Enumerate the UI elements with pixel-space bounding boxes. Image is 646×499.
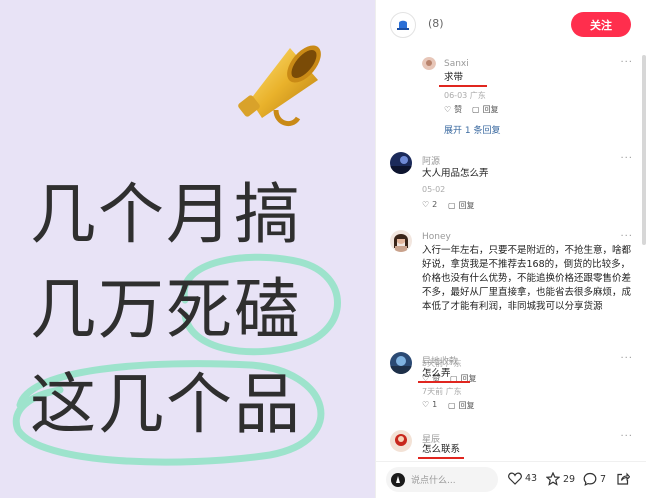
comment-author[interactable]: 异地收款 xyxy=(422,354,458,367)
comment-stat-button[interactable]: 7 xyxy=(583,472,606,486)
comment-meta: 06-03 广东 xyxy=(444,91,486,100)
heart-icon: ♡ xyxy=(422,200,430,209)
share-icon xyxy=(617,472,630,485)
like-count: 43 xyxy=(525,473,538,484)
comment-count: 7 xyxy=(600,473,607,485)
comment-author[interactable]: Sanxi xyxy=(444,59,469,69)
interaction-bar: 说点什么... 43 29 7 xyxy=(376,461,646,499)
red-underline xyxy=(418,457,464,459)
like-count: 赞 xyxy=(454,105,463,114)
star-count: 29 xyxy=(563,473,576,485)
share-button[interactable] xyxy=(616,472,630,486)
follow-button[interactable]: 关注 xyxy=(571,12,631,37)
comment-text: 求带 xyxy=(444,72,464,83)
comment-meta: 05-02 xyxy=(422,185,446,194)
comment-input[interactable]: 说点什么... xyxy=(386,467,498,492)
avatar[interactable] xyxy=(390,352,412,374)
cover-image: 几个月搞 几万死磕 这几个品 xyxy=(0,0,375,498)
comment-icon xyxy=(583,472,597,486)
heart-icon: ♡ xyxy=(444,105,452,114)
avatar[interactable] xyxy=(422,56,436,70)
heart-icon: ♡ xyxy=(422,400,430,409)
red-underline xyxy=(418,381,470,383)
more-icon[interactable]: ··· xyxy=(620,431,633,442)
like-button[interactable]: ♡ 1 xyxy=(422,400,437,409)
comment-author[interactable]: 阿源 xyxy=(422,154,440,167)
more-icon[interactable]: ··· xyxy=(620,353,633,364)
comment-text: 怎么弄 xyxy=(422,368,451,379)
comment-author[interactable]: Honey xyxy=(422,232,451,242)
more-icon[interactable]: ··· xyxy=(620,231,633,242)
more-icon[interactable]: ··· xyxy=(620,153,633,164)
reply-label: 回复 xyxy=(482,105,499,114)
scrollbar[interactable] xyxy=(642,55,646,245)
collect-stat-button[interactable]: 29 xyxy=(546,472,575,486)
reply-label: 回复 xyxy=(458,401,475,410)
avatar[interactable] xyxy=(390,430,412,452)
comment-input-placeholder: 说点什么... xyxy=(411,476,456,486)
cover-title-line-1: 几个月搞 xyxy=(30,176,302,253)
comment-list[interactable]: Sanxi ··· 求带 06-03 广东 ♡ 赞 ▢ 回复 展开 1 条回复 阿源… xyxy=(376,50,646,461)
hat-icon xyxy=(397,20,409,30)
comment-text: 大人用品怎么弄 xyxy=(422,168,489,179)
author-avatar[interactable] xyxy=(390,12,416,38)
expand-replies-link[interactable]: 展开 1 条回复 xyxy=(444,123,500,136)
cover-title-line-2: 几万死磕 xyxy=(30,271,302,348)
cover-title-line-3: 这几个品 xyxy=(30,366,302,443)
avatar[interactable] xyxy=(390,230,412,252)
reply-label: 回复 xyxy=(458,201,475,210)
reply-button[interactable]: ▢ 回复 xyxy=(448,200,475,211)
like-stat-button[interactable]: 43 xyxy=(508,472,537,485)
megaphone-icon xyxy=(238,45,321,127)
red-underline xyxy=(439,85,487,87)
reply-button[interactable]: ▢ 回复 xyxy=(448,400,475,411)
author-bar: (8) 关注 xyxy=(376,0,646,50)
comment-text: 怎么联系 xyxy=(422,444,461,455)
comment-text: 入行一年左右，只要不是附近的，不抢生意，啥都好说，拿货我是不推荐去168的，倒货… xyxy=(422,245,632,312)
more-icon[interactable]: ··· xyxy=(620,57,633,68)
heart-icon xyxy=(508,472,522,485)
author-name[interactable]: (8) xyxy=(428,17,444,30)
like-button[interactable]: ♡ 赞 xyxy=(444,104,462,115)
like-count: 2 xyxy=(432,200,438,209)
reply-button[interactable]: ▢ 回复 xyxy=(472,104,499,115)
comment-meta: 7天前 广东 xyxy=(422,387,462,396)
reply-icon: ▢ xyxy=(448,201,456,210)
reply-icon: ▢ xyxy=(472,105,480,114)
note-detail-panel: (8) 关注 Sanxi ··· 求带 06-03 广东 ♡ 赞 ▢ 回复 展开 1… xyxy=(375,0,646,499)
star-icon xyxy=(546,472,560,486)
reply-icon: ▢ xyxy=(448,401,456,410)
like-count: 1 xyxy=(432,400,438,409)
user-avatar-icon xyxy=(391,472,405,487)
like-button[interactable]: ♡ 2 xyxy=(422,200,437,209)
avatar[interactable] xyxy=(390,152,412,174)
